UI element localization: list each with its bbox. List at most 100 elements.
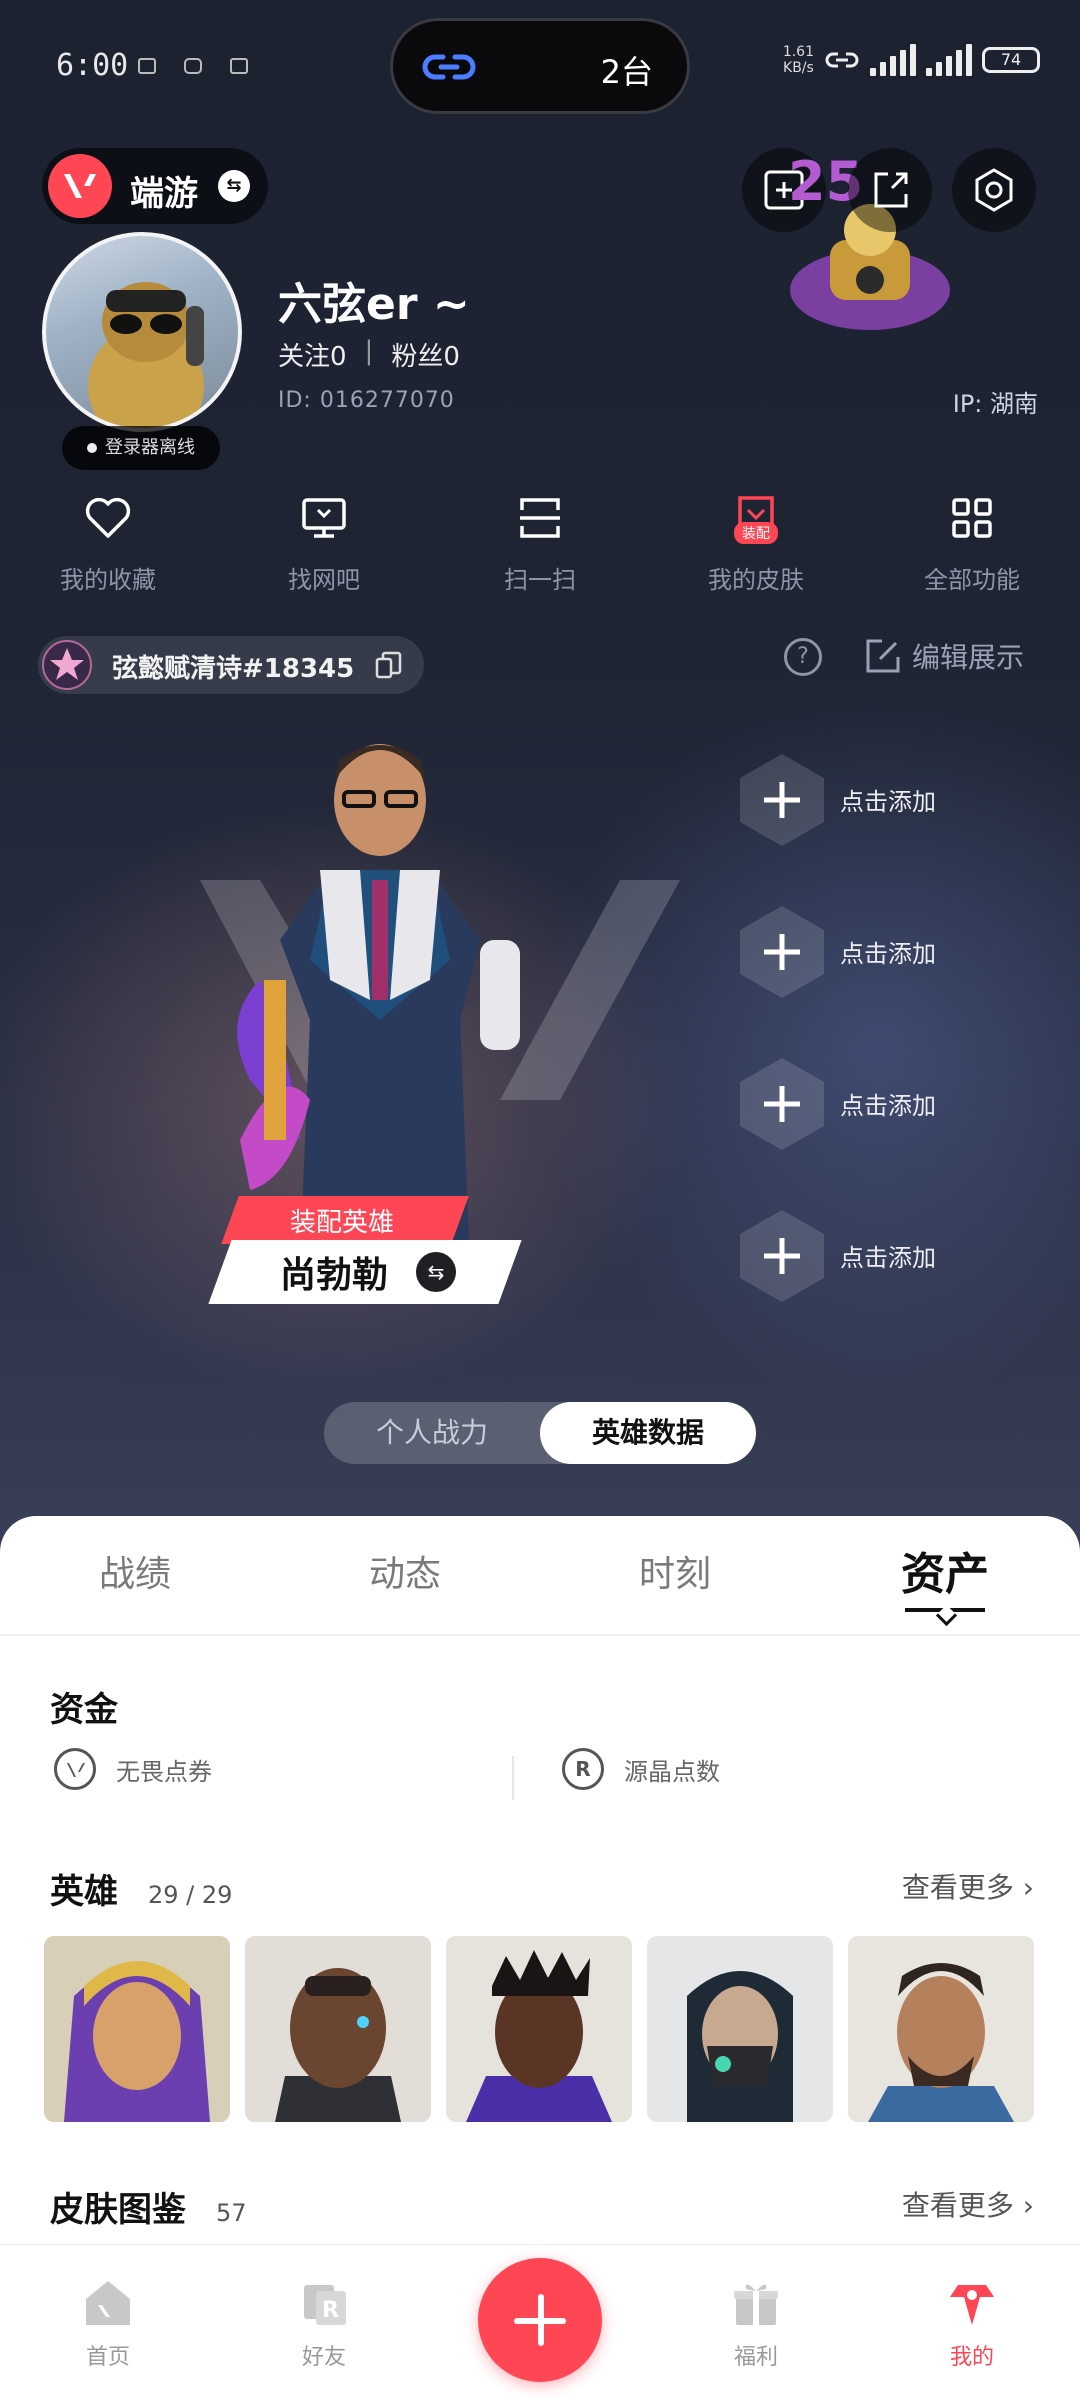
hotspot-link-icon xyxy=(825,52,859,68)
edit-display-button[interactable]: 编辑展示 xyxy=(864,636,1024,676)
add-showcase-slot[interactable]: 点击添加 xyxy=(738,752,1038,852)
chevron-right-icon: › xyxy=(1022,1871,1034,1904)
tab-match-history[interactable]: 战绩 xyxy=(0,1516,270,1634)
agent-name: 尚勃勒 xyxy=(280,1255,389,1296)
app-name: 端游 xyxy=(130,174,198,214)
heroes-list xyxy=(44,1936,1036,2122)
add-showcase-slot[interactable]: 点击添加 xyxy=(738,1056,1038,1156)
nav-home[interactable]: 首页 xyxy=(0,2245,216,2400)
add-icon xyxy=(740,1210,824,1302)
active-tab-indicator xyxy=(905,1608,985,1612)
funds-title: 资金 xyxy=(50,1690,118,1730)
tab-activity[interactable]: 动态 xyxy=(270,1516,540,1634)
agent-thumbnail-image xyxy=(64,1961,210,2122)
settings-icon xyxy=(975,168,1013,212)
signal-icon xyxy=(870,44,916,76)
nav-friends[interactable]: R 好友 xyxy=(216,2245,432,2400)
grid-icon xyxy=(952,498,992,538)
tabs-divider xyxy=(0,1634,1080,1636)
copy-icon[interactable] xyxy=(374,650,404,680)
nav-rewards[interactable]: 福利 xyxy=(648,2245,864,2400)
valorant-points-item[interactable]: 无畏点券 xyxy=(54,1748,212,1790)
user-ip-location: IP: 湖南 xyxy=(952,390,1038,418)
profile-tabs: 战绩 动态 时刻 资产 xyxy=(0,1516,1080,1634)
add-icon xyxy=(740,754,824,846)
hero-card[interactable] xyxy=(848,1936,1034,2122)
heroes-count: 29 / 29 xyxy=(148,1881,233,1909)
settings-button[interactable] xyxy=(952,148,1036,232)
help-icon[interactable]: ? xyxy=(784,638,822,676)
hero-card[interactable] xyxy=(245,1936,431,2122)
radianite-points-item[interactable]: R 源晶点数 xyxy=(562,1748,720,1790)
add-showcase-slot[interactable]: 点击添加 xyxy=(738,1208,1038,1308)
heroes-title: 英雄 29 / 29 xyxy=(50,1872,233,1912)
notification-icon xyxy=(138,58,156,74)
agent-thumbnail-image xyxy=(687,1971,793,2122)
monitor-icon xyxy=(302,498,346,538)
battery-icon: 74 xyxy=(982,47,1040,73)
scan-icon xyxy=(520,498,560,538)
signal-icon xyxy=(926,44,972,76)
link-icon xyxy=(422,54,476,80)
add-icon xyxy=(740,906,824,998)
radianite-icon: R xyxy=(562,1748,604,1790)
profile-icon xyxy=(950,2285,994,2325)
hero-card[interactable] xyxy=(446,1936,632,2122)
tab-assets[interactable]: 资产 xyxy=(810,1516,1080,1634)
status-time: 6:00 xyxy=(56,48,129,83)
equipped-agent-label: 装配英雄 xyxy=(290,1208,395,1238)
skins-count: 57 xyxy=(216,2199,247,2227)
hero-card[interactable] xyxy=(44,1936,230,2122)
status-bar: 6:00 2台 1.61 KB/s 74 xyxy=(0,0,1080,130)
nav-profile[interactable]: 我的 xyxy=(864,2245,1080,2400)
toggle-agent-data[interactable]: 英雄数据 xyxy=(540,1402,756,1464)
skins-see-more[interactable]: 查看更多 › xyxy=(902,2184,1034,2224)
agent-thumbnail-image xyxy=(275,1968,401,2122)
share-icon xyxy=(874,172,908,208)
notification-icon xyxy=(184,58,202,74)
app-switcher[interactable]: 端游 ⇆ xyxy=(42,148,268,224)
avatar[interactable] xyxy=(42,232,242,432)
quick-action-scan[interactable]: 扫一扫 xyxy=(432,490,648,600)
add-icon xyxy=(740,1058,824,1150)
quick-actions: 我的收藏 找网吧 扫一扫 装配 我的皮肤 全部功能 xyxy=(0,490,1080,600)
svg-text:R: R xyxy=(322,2298,339,2323)
edit-icon xyxy=(866,639,900,673)
toggle-personal-power[interactable]: 个人战力 xyxy=(324,1402,540,1464)
login-status-badge: 登录器离线 xyxy=(62,426,220,470)
valorant-points-icon xyxy=(54,1748,96,1790)
hero-card[interactable] xyxy=(647,1936,833,2122)
follow-stats: 关注0 | 粉丝0 xyxy=(278,336,460,373)
equip-badge: 装配 xyxy=(734,522,778,544)
add-showcase-slot[interactable]: 点击添加 xyxy=(738,904,1038,1004)
quick-action-favorites[interactable]: 我的收藏 xyxy=(0,490,216,600)
agent-thumbnail-image xyxy=(868,1963,1014,2122)
gift-icon xyxy=(734,2284,778,2325)
status-icons: 1.61 KB/s 74 xyxy=(783,44,1040,76)
quick-action-my-skins[interactable]: 装配 我的皮肤 xyxy=(648,490,864,600)
tab-moments[interactable]: 时刻 xyxy=(540,1516,810,1634)
network-speed: 1.61 KB/s xyxy=(782,44,814,76)
following-count[interactable]: 关注0 xyxy=(278,336,347,373)
stats-toggle: 个人战力 英雄数据 xyxy=(324,1402,756,1464)
chevron-right-icon: › xyxy=(1022,2189,1034,2222)
player-riot-id: 弦懿赋清诗#18345 xyxy=(112,654,355,684)
username: 六弦er ~ xyxy=(278,279,470,330)
heart-icon xyxy=(85,497,131,538)
swap-icon: ⇆ xyxy=(218,170,250,202)
swap-agent-icon[interactable]: ⇆ xyxy=(416,1252,456,1292)
dynamic-island[interactable]: 2台 xyxy=(390,18,690,114)
rank-icon xyxy=(42,640,92,690)
player-tag[interactable]: 弦懿赋清诗#18345 xyxy=(38,636,424,694)
avatar-image xyxy=(88,282,204,428)
agent-thumbnail-image xyxy=(466,1950,612,2122)
quick-action-all-features[interactable]: 全部功能 xyxy=(864,490,1080,600)
device-count: 2台 xyxy=(600,53,653,91)
heroes-see-more[interactable]: 查看更多 › xyxy=(902,1866,1034,1906)
share-button[interactable] xyxy=(848,148,932,232)
followers-count[interactable]: 粉丝0 xyxy=(391,336,460,373)
create-post-button[interactable] xyxy=(478,2258,602,2382)
quick-action-internet-cafe[interactable]: 找网吧 xyxy=(216,490,432,600)
notification-icon xyxy=(230,58,248,74)
friends-icon: R xyxy=(304,2285,346,2325)
